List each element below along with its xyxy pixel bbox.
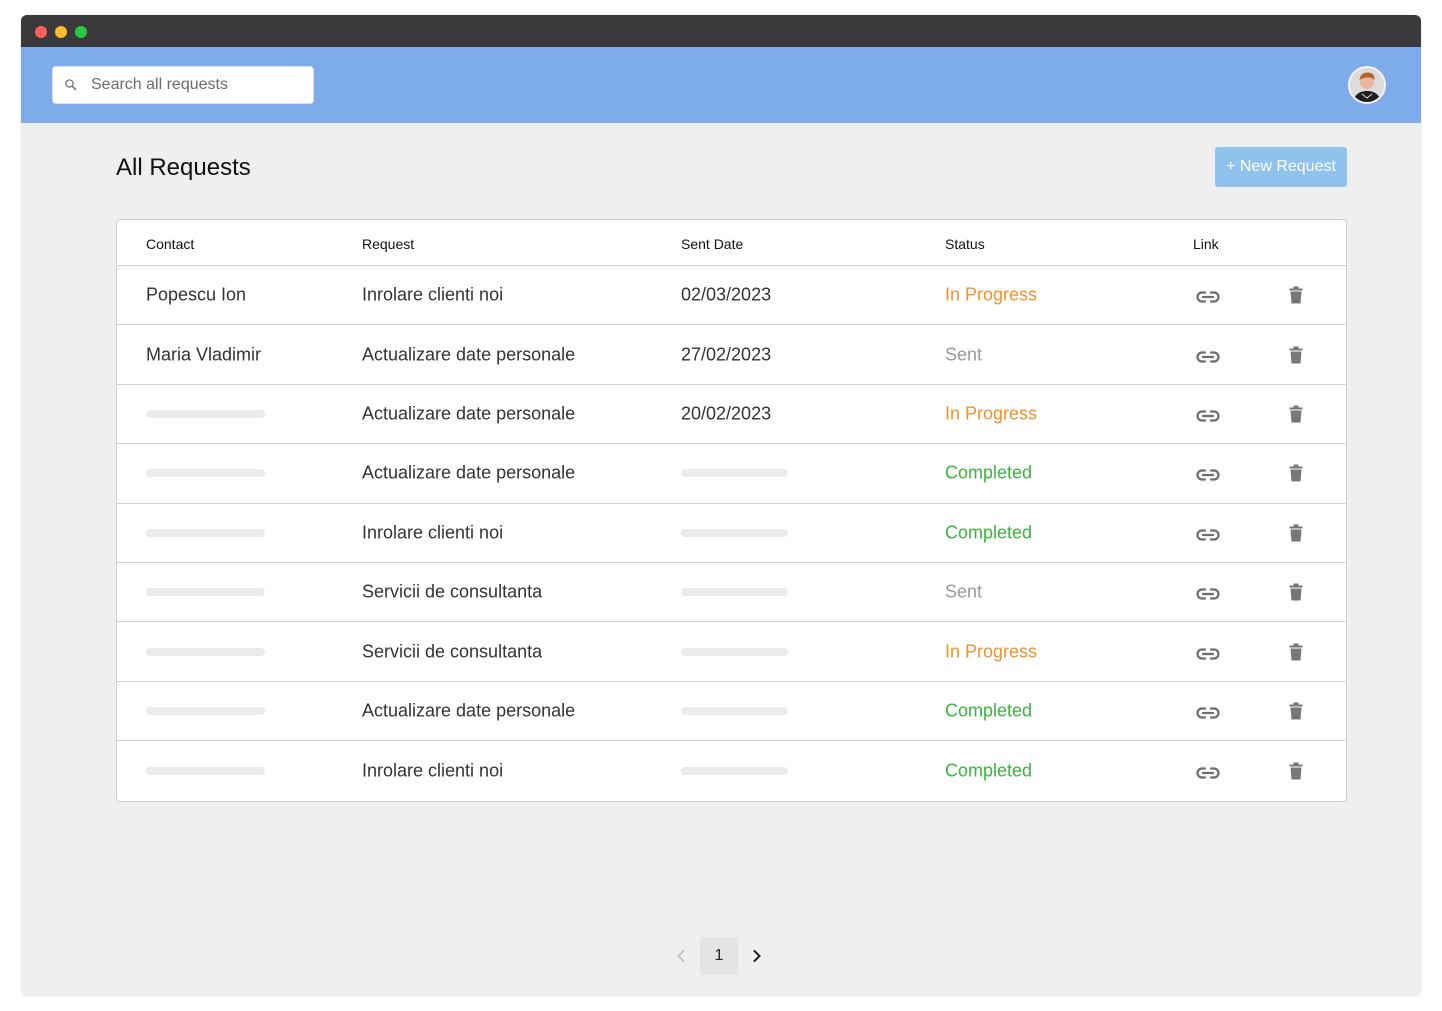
contact-placeholder [146,647,265,656]
trash-icon[interactable] [1289,583,1303,601]
table-row[interactable]: Maria Vladimir Actualizare date personale… [117,325,1346,385]
request-name: Servicii de consultanta [362,581,543,602]
requests-table: Contact Request Sent Date Status Link Po… [116,219,1347,802]
status-label: In Progress [945,403,1038,424]
status-label: Sent [945,344,983,365]
link-icon[interactable] [1195,645,1221,660]
table-row[interactable]: Inrolare clienti noi Completed [117,504,1346,563]
request-name: Actualizare date personale [362,700,576,721]
request-name: Inrolare clienti noi [362,760,504,781]
trash-icon[interactable] [1289,286,1303,304]
column-header-link: Link [1193,236,1219,252]
sent-date-placeholder [681,647,788,656]
close-window-button[interactable] [35,26,47,38]
table-row[interactable]: Actualizare date personale Completed [117,444,1346,504]
request-name: Actualizare date personale [362,403,576,424]
link-icon[interactable] [1195,288,1221,303]
sent-date-placeholder [681,469,788,478]
search-icon [64,78,78,92]
table-row[interactable]: Actualizare date personale 20/02/2023 In P… [117,385,1346,445]
contact-placeholder [146,409,265,418]
search-box[interactable] [52,66,314,104]
table-row[interactable]: Popescu Ion Inrolare clienti noi 02/03/202… [117,266,1346,326]
page-number-button[interactable]: 1 [700,937,738,975]
contact-name: Popescu Ion [146,284,247,305]
previous-page-button[interactable] [666,937,696,975]
link-icon[interactable] [1195,704,1221,719]
top-navigation-bar [21,47,1421,123]
contact-name: Maria Vladimir [146,344,262,365]
new-request-button[interactable]: + New Request [1215,147,1347,187]
contact-placeholder [146,588,265,597]
chevron-left-icon [677,950,685,962]
contact-placeholder [146,528,265,537]
table-row[interactable]: Inrolare clienti noi Completed [117,741,1346,800]
trash-icon[interactable] [1289,762,1303,780]
sent-date: 02/03/2023 [681,284,772,305]
table-row[interactable]: Servicii de consultanta In Progress [117,622,1346,682]
status-label: Completed [945,462,1033,483]
user-avatar[interactable] [1348,66,1386,104]
chevron-right-icon [753,950,761,962]
trash-icon[interactable] [1289,346,1303,364]
link-icon[interactable] [1195,407,1221,422]
request-name: Actualizare date personale [362,344,576,365]
sent-date-placeholder [681,766,788,775]
link-icon[interactable] [1195,764,1221,779]
search-input[interactable] [91,76,313,94]
sent-date-placeholder [681,706,788,715]
status-label: Completed [945,760,1033,781]
trash-icon[interactable] [1289,464,1303,482]
minimize-window-button[interactable] [55,26,67,38]
maximize-window-button[interactable] [75,26,87,38]
status-label: In Progress [945,284,1038,305]
table-row[interactable]: Servicii de consultanta Sent [117,563,1346,623]
sent-date-placeholder [681,588,788,597]
page-title: All Requests [116,154,251,181]
link-icon[interactable] [1195,348,1221,363]
table-header: Contact Request Sent Date Status Link [117,220,1346,266]
contact-placeholder [146,706,265,715]
request-name: Inrolare clienti noi [362,284,504,305]
table-row[interactable]: Actualizare date personale Completed [117,682,1346,742]
column-header-request[interactable]: Request [362,236,414,252]
table-body: Popescu Ion Inrolare clienti noi 02/03/202… [117,266,1346,801]
request-name: Inrolare clienti noi [362,522,504,543]
app-window: All Requests + New Request Contact Reque… [21,15,1421,996]
status-label: In Progress [945,641,1038,662]
status-label: Completed [945,700,1033,721]
contact-placeholder [146,766,265,775]
pagination: 1 [666,937,772,975]
column-header-sent-date[interactable]: Sent Date [681,236,743,252]
link-icon[interactable] [1195,526,1221,541]
sent-date-placeholder [681,528,788,537]
sent-date: 20/02/2023 [681,403,772,424]
trash-icon[interactable] [1289,643,1303,661]
sent-date: 27/02/2023 [681,344,772,365]
request-name: Servicii de consultanta [362,641,543,662]
column-header-contact[interactable]: Contact [146,236,194,252]
column-header-status[interactable]: Status [945,236,985,252]
link-icon[interactable] [1195,466,1221,481]
next-page-button[interactable] [742,937,772,975]
status-label: Sent [945,581,983,602]
link-icon[interactable] [1195,585,1221,600]
request-name: Actualizare date personale [362,462,576,483]
status-label: Completed [945,522,1033,543]
contact-placeholder [146,469,265,478]
window-titlebar [21,15,1421,47]
trash-icon[interactable] [1289,405,1303,423]
trash-icon[interactable] [1289,524,1303,542]
trash-icon[interactable] [1289,702,1303,720]
